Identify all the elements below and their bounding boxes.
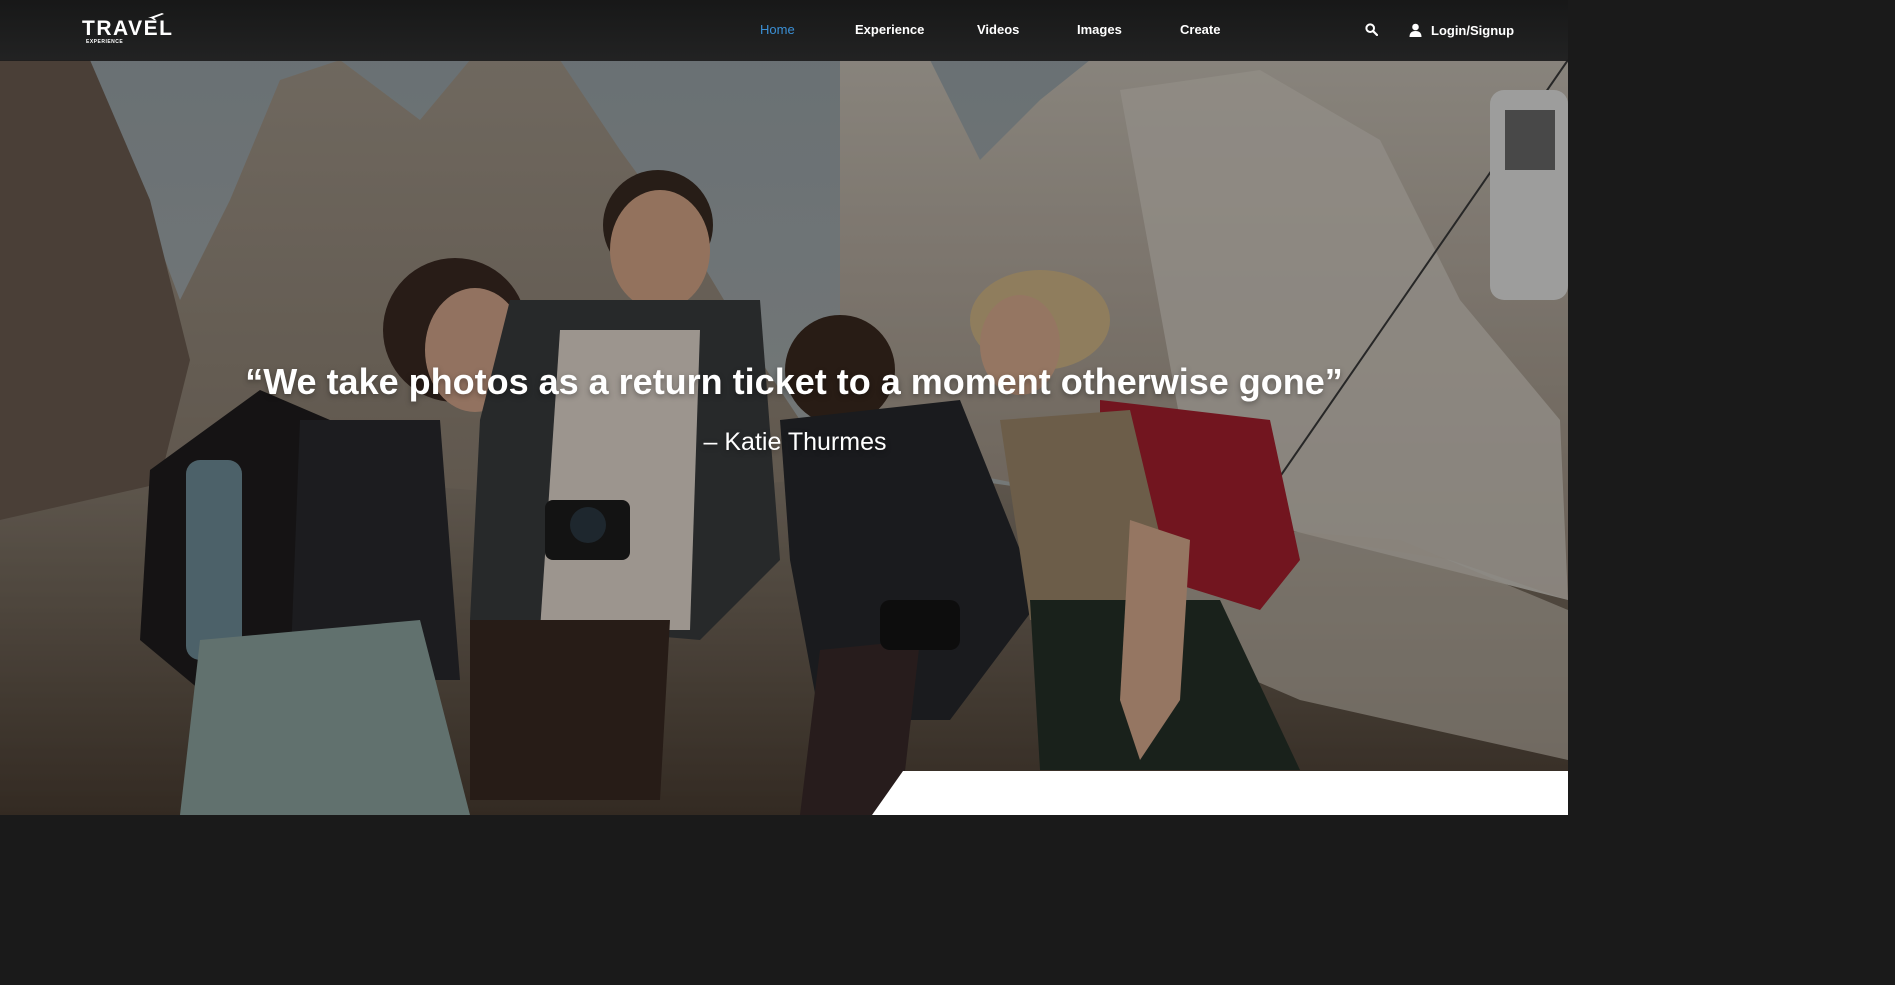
search-icon[interactable] — [1365, 23, 1378, 36]
nav-videos[interactable]: Videos — [977, 22, 1019, 38]
login-signup-button[interactable]: Login/Signup — [1409, 22, 1514, 38]
nav-experience[interactable]: Experience — [855, 22, 924, 38]
nav-create[interactable]: Create — [1180, 22, 1220, 38]
section-divider-shape — [872, 771, 1568, 815]
login-signup-label: Login/Signup — [1431, 22, 1515, 38]
brand-logo[interactable]: TRAVEL EXPERIENCE — [82, 12, 172, 48]
nav-images[interactable]: Images — [1077, 22, 1122, 38]
brand-name: TRAVEL — [82, 17, 174, 40]
brand-tagline: EXPERIENCE — [86, 39, 124, 45]
top-navbar: TRAVEL EXPERIENCE Home Experience Videos… — [0, 0, 1568, 61]
nav-home[interactable]: Home — [760, 22, 795, 38]
user-icon — [1409, 23, 1422, 37]
